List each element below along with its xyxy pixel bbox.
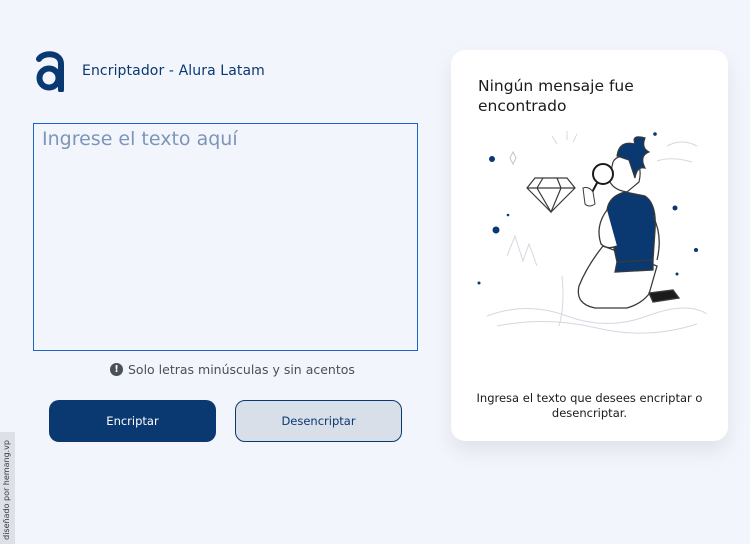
decrypt-button[interactable]: Desencriptar	[235, 400, 402, 442]
person-with-magnifying-glass-illustration	[477, 131, 708, 334]
empty-message-description: Ingresa el texto que desees encriptar o …	[476, 391, 703, 420]
empty-message-title: Ningún mensaje fue encontrado	[478, 77, 634, 115]
text-input[interactable]	[33, 123, 418, 351]
app-title: Encriptador - Alura Latam	[82, 63, 265, 79]
hint-text: Solo letras minúsculas y sin acentos	[128, 362, 355, 377]
credit-text: diseñado por hemang.vp	[2, 440, 11, 540]
encrypt-button[interactable]: Encriptar	[49, 400, 216, 442]
exclamation-circle-icon: !	[110, 363, 123, 376]
output-panel: Ningún mensaje fue encontrado Ingresa el…	[451, 50, 728, 441]
input-hint: ! Solo letras minúsculas y sin acentos	[110, 362, 355, 377]
alura-logo-icon	[36, 51, 64, 92]
designer-credit: diseñado por hemang.vp	[0, 432, 15, 544]
